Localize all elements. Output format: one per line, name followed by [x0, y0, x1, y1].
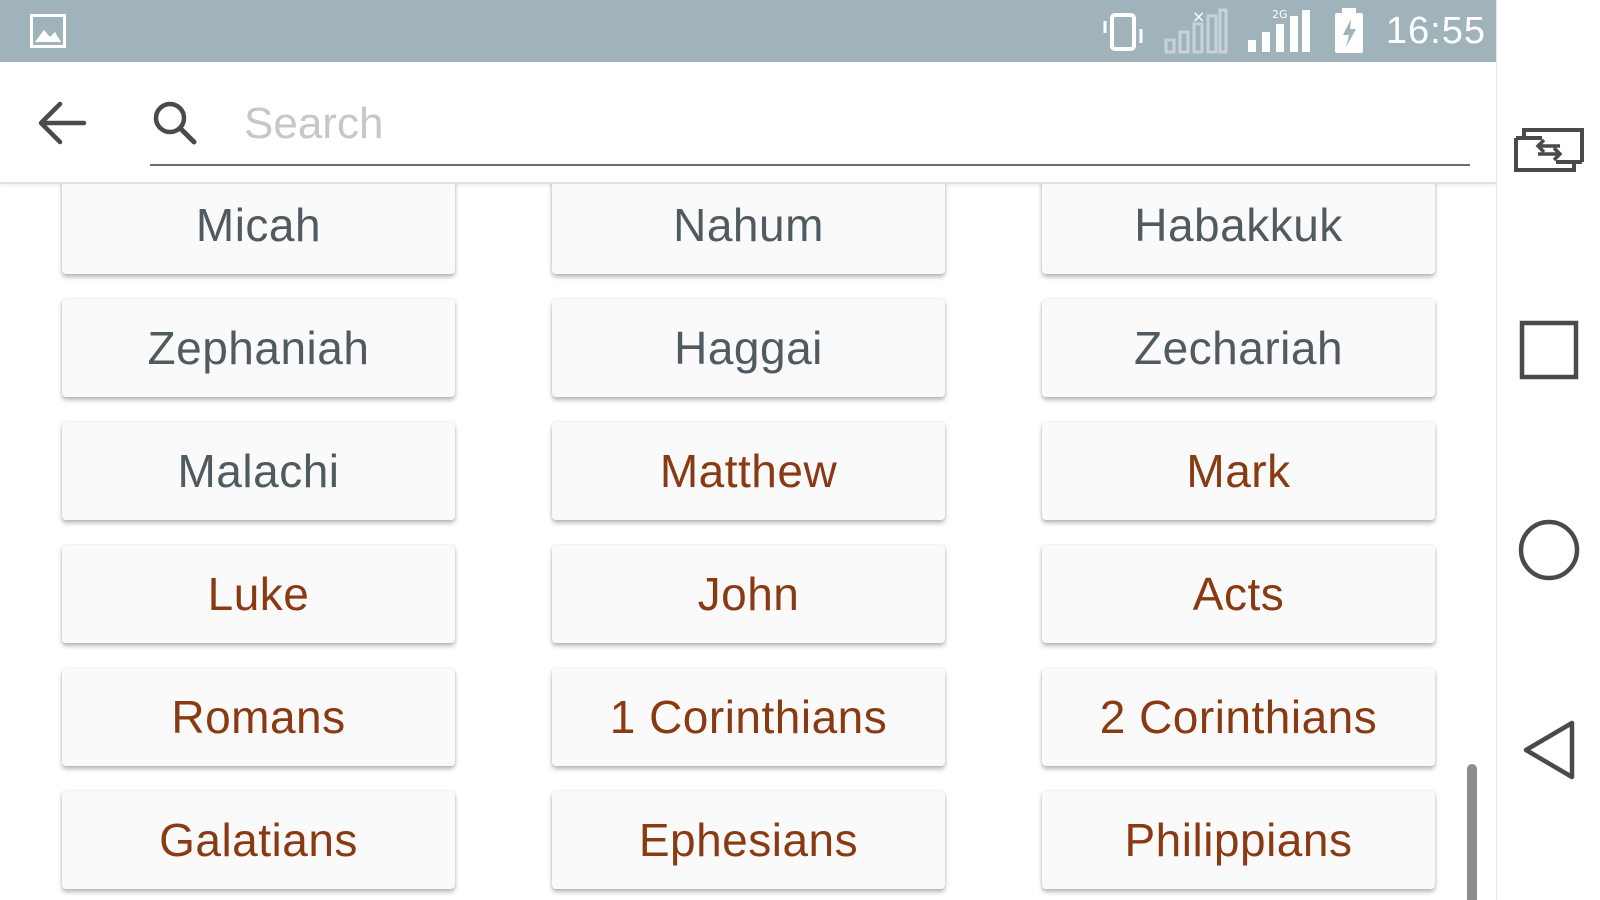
search-toolbar: [0, 62, 1496, 184]
home-icon: [1518, 519, 1580, 581]
book-button[interactable]: Acts: [1042, 545, 1435, 643]
book-grid: Micah Nahum Habakkuk Zephaniah Haggai Zechari…: [62, 184, 1437, 889]
book-button[interactable]: John: [552, 545, 945, 643]
recents-icon: [1519, 320, 1579, 380]
book-list: Micah Nahum Habakkuk Zephaniah Haggai Zechari…: [0, 184, 1496, 900]
back-triangle-icon: [1523, 720, 1575, 780]
screen-switch-icon: [1514, 128, 1584, 172]
arrow-back-icon: [38, 101, 87, 145]
book-button[interactable]: Mark: [1042, 422, 1435, 520]
book-button[interactable]: 1 Corinthians: [552, 668, 945, 766]
book-button[interactable]: Haggai: [552, 299, 945, 397]
battery-icon: [1334, 8, 1363, 53]
search-icon: [153, 101, 197, 145]
book-button[interactable]: Habakkuk: [1042, 184, 1435, 274]
book-button[interactable]: Micah: [62, 184, 455, 274]
scrollbar-thumb[interactable]: [1467, 764, 1477, 900]
recents-button[interactable]: [1497, 305, 1600, 395]
status-time: 16:55: [1385, 9, 1486, 52]
signal-no-service-icon: ×: [1164, 7, 1228, 54]
book-button[interactable]: Zephaniah: [62, 299, 455, 397]
screen-switch-button[interactable]: [1497, 110, 1600, 190]
status-bar: × 2G 16:55: [0, 0, 1496, 62]
gallery-icon: [30, 14, 66, 48]
vibrate-icon: [1103, 13, 1143, 51]
book-button[interactable]: Luke: [62, 545, 455, 643]
book-button[interactable]: Malachi: [62, 422, 455, 520]
svg-text:×: ×: [1192, 7, 1205, 26]
navigation-bar: [1496, 0, 1600, 900]
back-button[interactable]: [30, 92, 92, 154]
book-button[interactable]: Galatians: [62, 791, 455, 889]
book-button[interactable]: Romans: [62, 668, 455, 766]
book-button[interactable]: 2 Corinthians: [1042, 668, 1435, 766]
signal-2g-icon: 2G: [1247, 8, 1310, 52]
status-icons: × 2G 16:55: [1100, 0, 1486, 62]
book-button[interactable]: Matthew: [552, 422, 945, 520]
svg-text:2G: 2G: [1272, 8, 1288, 21]
book-button[interactable]: Nahum: [552, 184, 945, 274]
home-button[interactable]: [1497, 500, 1600, 600]
book-button[interactable]: Philippians: [1042, 791, 1435, 889]
book-button[interactable]: Ephesians: [552, 791, 945, 889]
book-button[interactable]: Zechariah: [1042, 299, 1435, 397]
search-field[interactable]: [150, 84, 1470, 166]
back-nav-button[interactable]: [1497, 700, 1600, 800]
search-input[interactable]: [242, 90, 1446, 158]
